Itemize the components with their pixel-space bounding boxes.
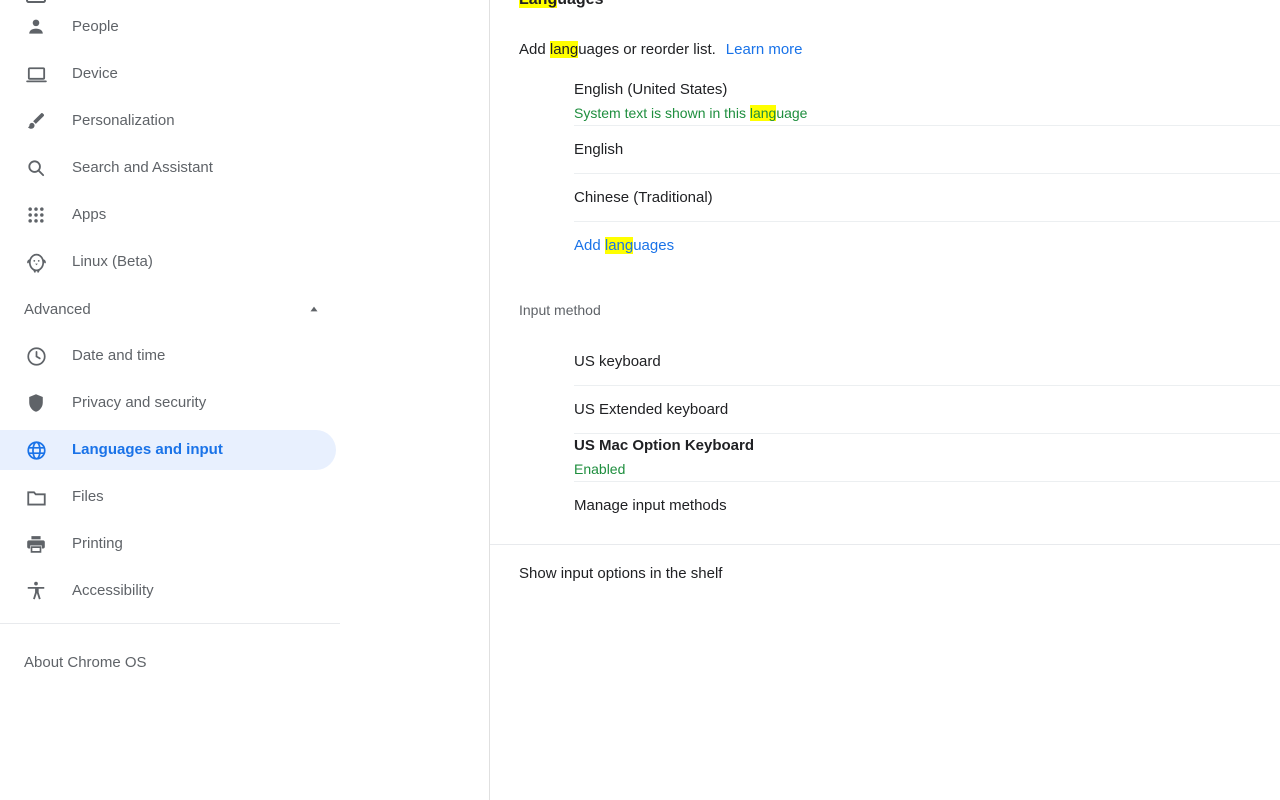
- printer-icon: [24, 532, 48, 556]
- settings-content: Languages Add languages or reorder list.…: [490, 0, 1280, 800]
- input-method-row[interactable]: US Mac Option KeyboardEnabled: [574, 434, 1280, 482]
- sidebar-item-label: Device: [72, 64, 118, 84]
- sidebar-item-privacy-and-security[interactable]: Privacy and security: [0, 383, 336, 423]
- status-badge: Enabled: [574, 458, 1280, 480]
- show-input-options-row[interactable]: Show input options in the shelf: [490, 545, 1280, 601]
- sidebar-item-personalization[interactable]: Personalization: [0, 101, 336, 141]
- learn-more-link[interactable]: Learn more: [726, 41, 803, 58]
- sidebar-item-label: About Chrome OS: [24, 654, 147, 671]
- sidebar-item-label: Search and Assistant: [72, 158, 213, 178]
- page-title: Languages: [490, 0, 1280, 10]
- accessibility-icon: [24, 579, 48, 603]
- network-icon: [24, 0, 48, 10]
- language-row[interactable]: English: [574, 126, 1280, 174]
- add-languages-link[interactable]: Add languages: [574, 222, 1280, 270]
- sidebar-divider: [0, 623, 340, 624]
- settings-page: People Device Personalization Search and As…: [0, 0, 1280, 800]
- search-icon: [24, 156, 48, 180]
- globe-icon: [24, 438, 48, 462]
- list-item-label: Chinese (Traditional): [574, 187, 1280, 209]
- show-input-options-label: Show input options in the shelf: [519, 565, 722, 582]
- input-method-row[interactable]: US Extended keyboard: [574, 386, 1280, 434]
- status-badge: System text is shown in this language: [574, 102, 1280, 124]
- manage-input-methods-row[interactable]: Manage input methods: [574, 482, 1280, 530]
- list-item-label: US Mac Option Keyboard: [574, 435, 1280, 457]
- sidebar-item-about-chrome-os[interactable]: About Chrome OS: [0, 642, 489, 682]
- apps-grid-icon: [24, 203, 48, 227]
- clock-icon: [24, 344, 48, 368]
- sidebar-item-apps[interactable]: Apps: [0, 195, 336, 235]
- shield-icon: [24, 391, 48, 415]
- sidebar-item-languages-and-input[interactable]: Languages and input: [0, 430, 336, 470]
- sidebar-item-people[interactable]: People: [0, 7, 336, 47]
- language-row[interactable]: English (United States)System text is sh…: [574, 78, 1280, 126]
- sidebar-item-search-and-assistant[interactable]: Search and Assistant: [0, 148, 336, 188]
- sidebar-advanced-label: Advanced: [24, 301, 302, 318]
- list-item-label: English (United States): [574, 79, 1280, 101]
- sidebar-item-linux-beta[interactable]: Linux (Beta): [0, 242, 336, 282]
- languages-list: English (United States)System text is sh…: [490, 78, 1280, 270]
- sidebar-item-label: Languages and input: [72, 440, 223, 460]
- sidebar-item-accessibility[interactable]: Accessibility: [0, 571, 336, 611]
- penguin-icon: [24, 250, 48, 274]
- brush-icon: [24, 109, 48, 133]
- chevron-up-icon: [302, 297, 326, 321]
- languages-description-text: Add languages or reorder list.: [519, 41, 716, 58]
- sidebar-item-label: Apps: [72, 205, 106, 225]
- add-languages-label: Add languages: [574, 235, 1280, 257]
- input-methods-list: US keyboard US Extended keyboard US Mac Op…: [490, 338, 1280, 530]
- sidebar-item-label: Personalization: [72, 111, 175, 131]
- sidebar-advanced-toggle[interactable]: Advanced: [0, 289, 340, 329]
- list-item-label: English: [574, 139, 1280, 161]
- manage-input-methods-label: Manage input methods: [574, 495, 1280, 517]
- sidebar-item-label: People: [72, 17, 119, 37]
- folder-icon: [24, 485, 48, 509]
- languages-description: Add languages or reorder list. Learn more: [490, 40, 1280, 60]
- sidebar-item-label: Accessibility: [72, 581, 154, 601]
- settings-sidebar: People Device Personalization Search and As…: [0, 0, 490, 800]
- sidebar-item-label: Linux (Beta): [72, 252, 153, 272]
- sidebar-item-label: Privacy and security: [72, 393, 206, 413]
- person-icon: [24, 15, 48, 39]
- language-row[interactable]: Chinese (Traditional): [574, 174, 1280, 222]
- sidebar-primary-list: People Device Personalization Search and As…: [0, 7, 489, 282]
- sidebar-item-files[interactable]: Files: [0, 477, 336, 517]
- laptop-icon: [24, 62, 48, 86]
- sidebar-item-printing[interactable]: Printing: [0, 524, 336, 564]
- sidebar-item-date-and-time[interactable]: Date and time: [0, 336, 336, 376]
- sidebar-item-label: Printing: [72, 534, 123, 554]
- sidebar-item-label: Files: [72, 487, 104, 507]
- list-item-label: US Extended keyboard: [574, 399, 1280, 421]
- sidebar-item-device[interactable]: Device: [0, 54, 336, 94]
- sidebar-advanced-list: Date and time Privacy and security Languag…: [0, 336, 489, 611]
- sidebar-item-label: Date and time: [72, 346, 165, 366]
- list-item-label: US keyboard: [574, 351, 1280, 373]
- input-method-row[interactable]: US keyboard: [574, 338, 1280, 386]
- input-method-label: Input method: [490, 300, 1280, 320]
